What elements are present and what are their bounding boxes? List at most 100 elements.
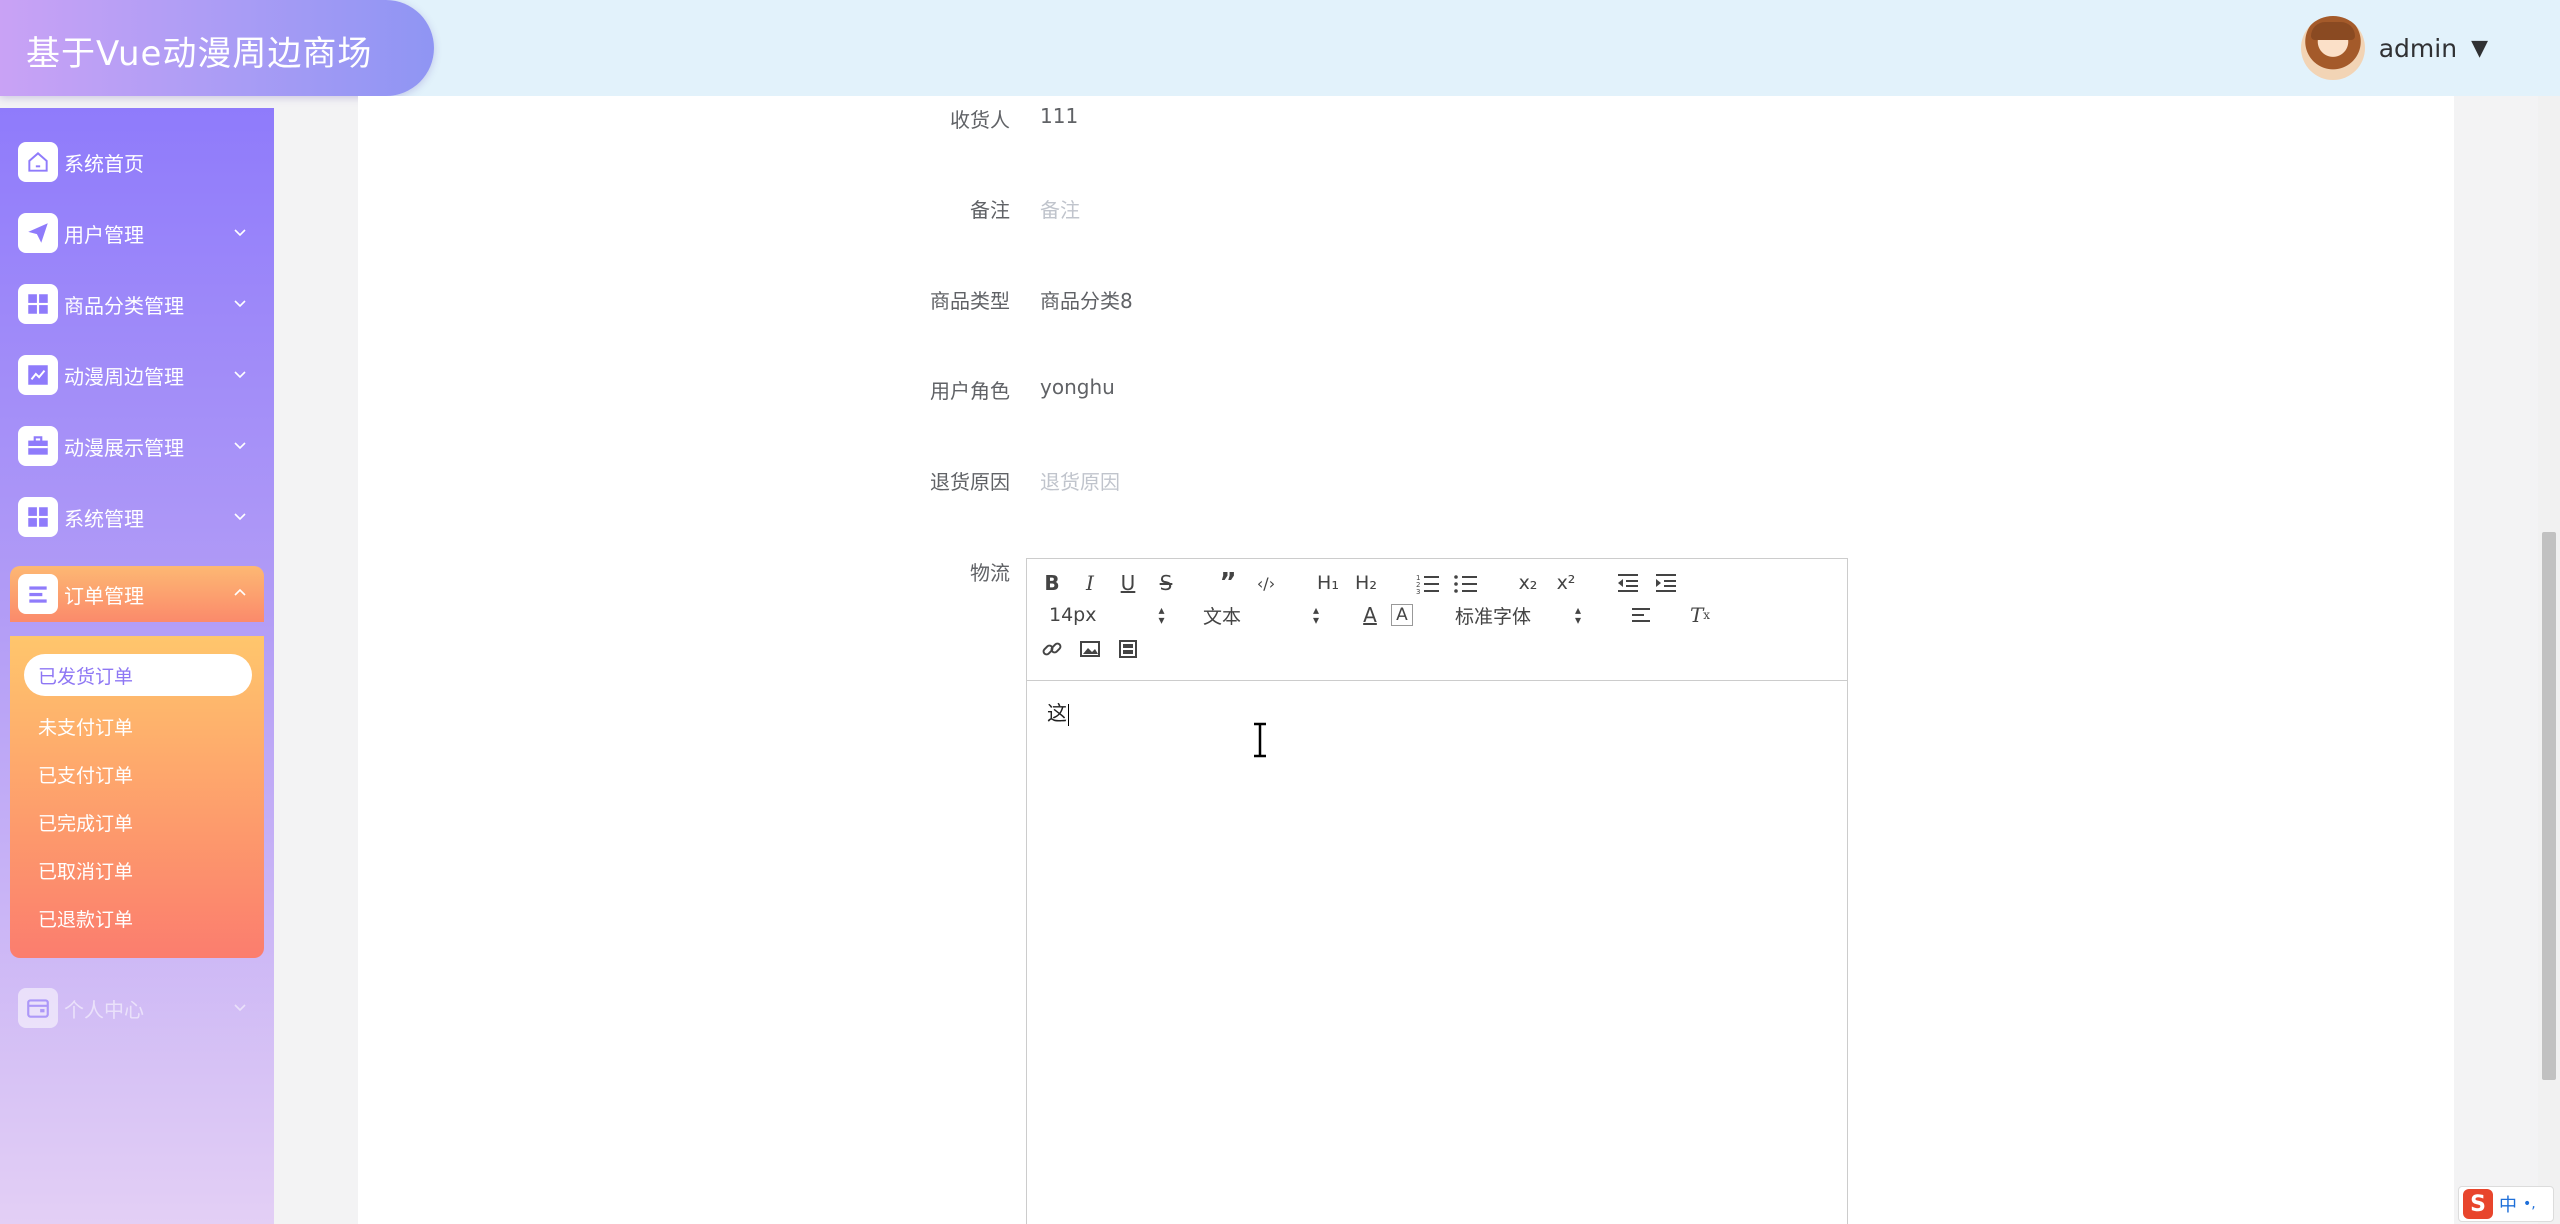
receiver-value[interactable]: 111 — [1040, 104, 1078, 128]
bullet-list-icon[interactable] — [1451, 569, 1481, 597]
sidebar-item-orders[interactable]: 订单管理 — [10, 566, 264, 622]
superscript-icon[interactable]: x² — [1551, 569, 1581, 597]
italic-icon[interactable]: I — [1075, 569, 1105, 597]
strike-icon[interactable]: S — [1151, 569, 1181, 597]
sidebar-item-label: 系统首页 — [64, 151, 144, 176]
align-icon[interactable] — [1627, 601, 1657, 629]
background-color-icon[interactable]: A — [1391, 604, 1413, 626]
submenu-completed-orders[interactable]: 已完成订单 — [24, 798, 252, 846]
form-row-receiver: 收货人 111 — [358, 96, 2454, 136]
editor-content[interactable]: 这 — [1027, 681, 1847, 1224]
sidebar-item-label: 动漫周边管理 — [64, 364, 184, 389]
heading-2-icon[interactable]: H₂ — [1351, 569, 1381, 597]
username[interactable]: admin — [2379, 34, 2457, 63]
sidebar-item-label: 系统管理 — [64, 506, 144, 531]
clear-format-icon[interactable]: Tx — [1685, 601, 1715, 629]
ime-mode: 中 — [2499, 1195, 2517, 1216]
grid-icon — [18, 284, 58, 324]
chevron-down-icon — [234, 229, 246, 237]
category-value[interactable]: 商品分类8 — [1040, 285, 1133, 314]
sidebar-item-category[interactable]: 商品分类管理 — [10, 276, 264, 332]
main-content: 收货人 111 备注 备注 商品类型 商品分类8 用户角色 yonghu 退货原… — [358, 96, 2454, 1224]
submenu-unpaid-orders[interactable]: 未支付订单 — [24, 702, 252, 750]
font-size-select[interactable]: 14px ▴ ▾ — [1049, 601, 1165, 629]
font-family-select[interactable]: 标准字体 ▴ ▾ — [1455, 601, 1581, 629]
list-icon — [18, 574, 58, 614]
category-label: 商品类型 — [930, 289, 1010, 313]
role-label: 用户角色 — [930, 379, 1010, 403]
form-row-category: 商品类型 商品分类8 — [358, 277, 2454, 317]
sidebar-item-users[interactable]: 用户管理 — [10, 205, 264, 261]
chevron-down-icon — [234, 300, 246, 308]
subscript-icon[interactable]: x₂ — [1513, 569, 1543, 597]
sidebar-item-label: 动漫展示管理 — [64, 435, 184, 460]
editor-toolbar: B I U S ” ‹/› H₁ H₂ 123 x₂ x² 14px ▴ ▾ 文… — [1027, 559, 1847, 681]
home-icon — [18, 142, 58, 182]
sidebar-item-label: 用户管理 — [64, 222, 144, 247]
font-color-icon[interactable]: A — [1355, 601, 1385, 629]
send-icon — [18, 213, 58, 253]
svg-text:3: 3 — [1416, 588, 1420, 594]
sidebar-item-label: 商品分类管理 — [64, 293, 184, 318]
app-title: 基于Vue动漫周边商场 — [26, 34, 373, 74]
form-row-role: 用户角色 yonghu — [358, 367, 2454, 407]
scrollbar-thumb[interactable] — [2542, 532, 2556, 1080]
ordered-list-icon[interactable]: 123 — [1413, 569, 1443, 597]
remark-label: 备注 — [970, 198, 1010, 222]
form-row-refund: 退货原因 退货原因 — [358, 458, 2454, 498]
chevron-up-icon — [234, 588, 246, 596]
ime-punct: •, — [2523, 1196, 2536, 1212]
wallet-icon — [18, 988, 58, 1028]
bold-icon[interactable]: B — [1037, 569, 1067, 597]
ime-logo-icon: S — [2463, 1189, 2493, 1219]
chart-icon — [18, 355, 58, 395]
sidebar-item-home[interactable]: 系统首页 — [10, 134, 264, 190]
text-caret — [1068, 703, 1069, 726]
sidebar-item-display[interactable]: 动漫展示管理 — [10, 418, 264, 474]
logistics-label: 物流 — [970, 561, 1010, 585]
video-icon[interactable] — [1113, 635, 1143, 663]
image-icon[interactable] — [1075, 635, 1105, 663]
brand-banner: 基于Vue动漫周边商场 — [0, 0, 434, 96]
receiver-label: 收货人 — [950, 108, 1010, 132]
sidebar: 系统首页 用户管理 商品分类管理 动漫周边管理 动漫展示管理 系统管理 订单管理… — [0, 108, 274, 1224]
briefcase-icon — [18, 426, 58, 466]
submenu-shipped-orders[interactable]: 已发货订单 — [24, 654, 252, 696]
top-header: 基于Vue动漫周边商场 admin ▼ — [0, 0, 2560, 96]
grid-icon — [18, 497, 58, 537]
heading-1-icon[interactable]: H₁ — [1313, 569, 1343, 597]
role-value[interactable]: yonghu — [1040, 375, 1115, 399]
quote-icon[interactable]: ” — [1213, 568, 1243, 598]
sidebar-item-label: 订单管理 — [64, 583, 144, 608]
sidebar-item-system[interactable]: 系统管理 — [10, 489, 264, 545]
submenu-paid-orders[interactable]: 已支付订单 — [24, 750, 252, 798]
orders-submenu: 已发货订单 未支付订单 已支付订单 已完成订单 已取消订单 已退款订单 — [10, 636, 264, 958]
sidebar-item-profile[interactable]: 个人中心 — [10, 980, 264, 1036]
chevron-down-icon — [234, 442, 246, 450]
sidebar-item-merch[interactable]: 动漫周边管理 — [10, 347, 264, 403]
refund-label: 退货原因 — [930, 470, 1010, 494]
submenu-refunded-orders[interactable]: 已退款订单 — [24, 894, 252, 942]
user-menu[interactable]: admin ▼ — [2300, 16, 2488, 80]
code-block-icon[interactable]: ‹/› — [1251, 569, 1281, 597]
avatar[interactable] — [2300, 16, 2365, 80]
indent-icon[interactable] — [1651, 569, 1681, 597]
chevron-down-icon — [234, 371, 246, 379]
header-select[interactable]: 文本 ▴ ▾ — [1203, 601, 1319, 629]
outdent-icon[interactable] — [1613, 569, 1643, 597]
page-scrollbar[interactable] — [2538, 96, 2560, 1224]
editor-text: 这 — [1047, 701, 1067, 725]
remark-input[interactable]: 备注 — [1040, 194, 1080, 223]
chevron-down-icon — [234, 1004, 246, 1012]
link-icon[interactable] — [1037, 635, 1067, 663]
chevron-down-icon — [234, 513, 246, 521]
text-cursor-icon — [1254, 722, 1266, 758]
submenu-cancelled-orders[interactable]: 已取消订单 — [24, 846, 252, 894]
ime-indicator[interactable]: S 中 •, — [2458, 1186, 2554, 1222]
refund-input[interactable]: 退货原因 — [1040, 466, 1120, 495]
underline-icon[interactable]: U — [1113, 569, 1143, 597]
caret-down-icon[interactable]: ▼ — [2471, 36, 2488, 61]
logistics-editor: B I U S ” ‹/› H₁ H₂ 123 x₂ x² 14px ▴ ▾ 文… — [1026, 558, 1848, 1224]
sidebar-item-label: 个人中心 — [64, 997, 144, 1022]
form-row-remark: 备注 备注 — [358, 186, 2454, 226]
